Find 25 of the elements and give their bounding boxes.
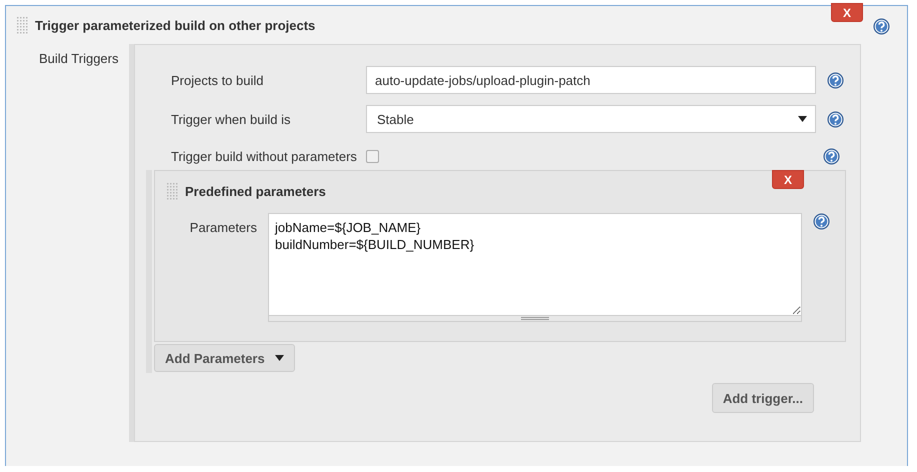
- delete-button[interactable]: X: [831, 3, 863, 22]
- select-field[interactable]: Stable: [366, 105, 816, 133]
- field-label: Trigger build without parameters: [170, 148, 357, 164]
- delete-button[interactable]: X: [772, 170, 804, 189]
- section-title: Trigger parameterized build on other projects: [35, 18, 316, 32]
- add-trigger-button[interactable]: Add trigger...: [712, 383, 814, 413]
- field-label: Parameters: [188, 219, 257, 235]
- input-field[interactable]: auto-update-jobs/upload-plugin-patch: [366, 66, 816, 94]
- parameters-textarea[interactable]: jobName=${JOB_NAME} buildNumber=${BUILD_NUMBER}: [268, 213, 802, 316]
- help-icon[interactable]: [822, 148, 840, 164]
- help-icon[interactable]: [827, 110, 844, 128]
- checkbox[interactable]: [366, 150, 379, 162]
- drag-handle-icon[interactable]: [167, 182, 178, 200]
- field-label: Trigger when build is: [170, 112, 292, 126]
- help-icon[interactable]: [813, 213, 830, 230]
- caret-icon: [274, 355, 284, 361]
- drag-handle-icon[interactable]: [17, 16, 28, 34]
- panel-title: Predefined parameters: [185, 184, 326, 198]
- help-icon[interactable]: [827, 72, 844, 88]
- field-label: Projects to build: [170, 72, 264, 88]
- resize-grip-icon[interactable]: [521, 316, 549, 320]
- add-parameters-button[interactable]: Add Parameters: [154, 344, 295, 372]
- help-icon[interactable]: [873, 18, 890, 35]
- caret-icon: [798, 116, 807, 122]
- section-label: Build Triggers: [38, 50, 120, 68]
